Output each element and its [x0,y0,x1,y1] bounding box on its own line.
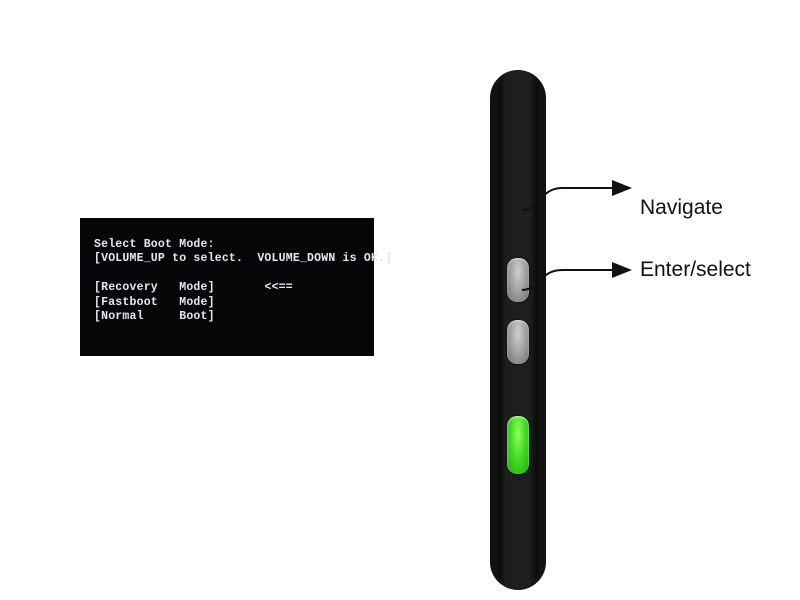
boot-title: Select Boot Mode: [94,238,366,252]
selection-marker-icon: <<== [264,281,292,295]
phone-side-view [490,70,546,590]
arrow-enter-icon [522,260,642,320]
boot-option-normal: [Normal Boot] [94,310,366,324]
label-navigate: Navigate [640,196,723,220]
boot-blank [94,267,366,281]
boot-option-recovery: [Recovery Mode] <<== [94,281,366,295]
power-button[interactable] [507,416,529,474]
boot-option-fastboot: [Fastboot Mode] [94,296,366,310]
label-enter: Enter/select [640,258,751,282]
boot-mode-screenshot: Select Boot Mode: [VOLUME_UP to select. … [80,218,374,356]
arrow-navigate-icon [522,180,642,240]
volume-down-button[interactable] [507,320,529,364]
boot-instruction: [VOLUME_UP to select. VOLUME_DOWN is OK.… [94,252,366,266]
